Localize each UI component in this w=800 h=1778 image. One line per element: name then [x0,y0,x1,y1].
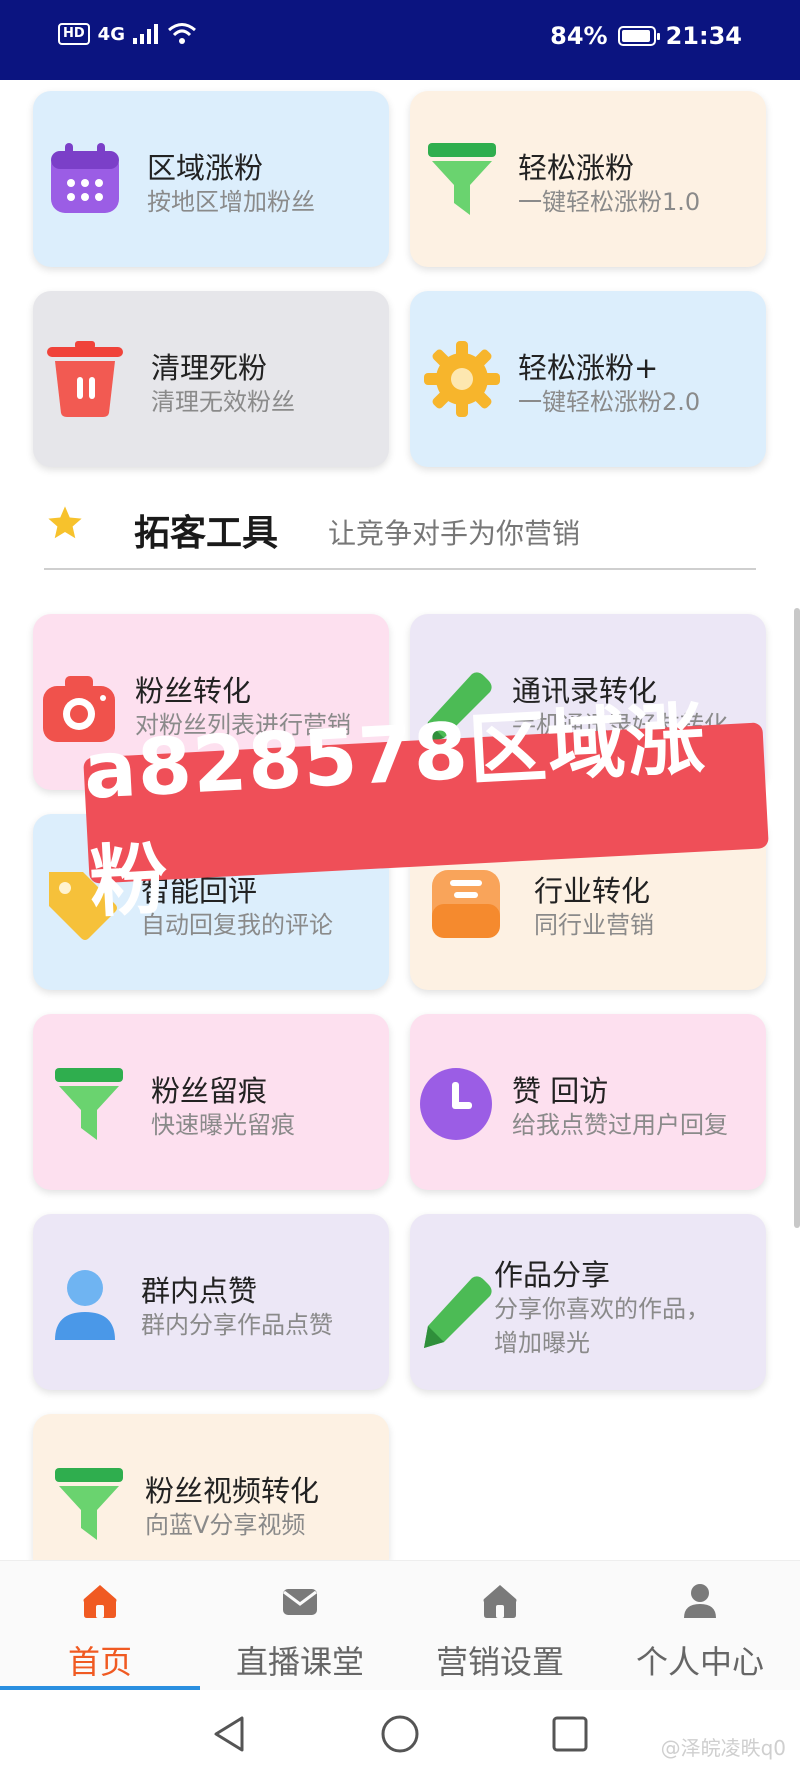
section-title: 拓客工具 [134,513,279,554]
card-work-share[interactable]: 作品分享 分享你喜欢的作品， 增加曝光 [410,1214,766,1390]
tab-label: 个人中心 [635,1643,764,1681]
user-icon [55,1270,115,1340]
card-desc: 同行业营销 [534,911,654,939]
tab-personal-center[interactable]: 个人中心 [600,1561,800,1691]
tab-label: 营销设置 [435,1643,564,1681]
card-desc: 清理无效粉丝 [151,388,295,416]
home-circle-icon[interactable] [378,1712,422,1756]
watermark-banner: a828578区域涨粉 [82,694,769,929]
network-type: 4G [97,23,125,45]
credit-watermark: @泽皖凌昳q0 [660,1736,786,1760]
card-desc-line1: 分享你喜欢的作品， [494,1295,710,1323]
tab-live-class[interactable]: 直播课堂 [200,1561,400,1691]
home-icon [83,1585,117,1618]
mail-icon [283,1589,317,1615]
card-title: 群内点赞 [141,1274,258,1308]
card-fans-video-conversion[interactable]: 粉丝视频转化 向蓝V分享视频 [33,1414,389,1560]
gear-icon [424,341,500,417]
card-title: 轻松涨粉 [518,151,635,185]
card-desc: 群内分享作品点赞 [141,1311,333,1339]
status-left: HD 4G [58,22,197,46]
card-desc-line2: 增加曝光 [494,1329,590,1357]
tab-home[interactable]: 首页 [0,1561,200,1691]
wifi-icon [168,23,196,44]
card-title: 作品分享 [494,1258,611,1292]
clock-icon [420,1068,492,1140]
card-title: 赞 回访 [512,1074,609,1108]
pencil-icon [424,1276,492,1348]
card-title: 区域涨粉 [147,151,264,185]
funnel-icon [55,1068,123,1140]
funnel-icon [428,143,496,215]
hd-badge: HD [58,23,90,45]
tab-label: 直播课堂 [235,1643,364,1681]
card-desc: 快速曝光留痕 [151,1111,295,1139]
tab-label: 首页 [67,1643,132,1681]
battery-percent: 84% [550,22,608,50]
recents-icon[interactable] [548,1712,592,1756]
home-icon [483,1585,517,1618]
battery-icon [617,26,660,46]
status-bar: HD 4G 84% 21:34 [0,0,800,80]
card-easy-fans-plus[interactable]: 轻松涨粉+ 一键轻松涨粉2.0 [410,291,766,467]
card-fans-trace[interactable]: 粉丝留痕 快速曝光留痕 [33,1014,389,1190]
status-right: 84% 21:34 [550,22,742,50]
card-region-fans[interactable]: 区域涨粉 按地区增加粉丝 [33,91,389,267]
card-clean-dead-fans[interactable]: 清理死粉 清理无效粉丝 [33,291,389,467]
card-title: 粉丝留痕 [151,1074,268,1108]
trash-icon [47,341,123,417]
funnel-icon [55,1468,123,1540]
star-icon [48,506,82,539]
signal-icon [132,24,158,44]
calendar-icon [51,143,119,213]
card-group-like[interactable]: 群内点赞 群内分享作品点赞 [33,1214,389,1390]
system-nav-bar: @泽皖凌昳q0 [0,1690,800,1778]
card-desc: 向蓝V分享视频 [145,1511,306,1539]
card-desc: 一键轻松涨粉2.0 [518,388,701,416]
card-title: 粉丝视频转化 [145,1474,320,1508]
back-icon[interactable] [208,1712,252,1756]
section-header: 拓客工具 让竞争对手为你营销 [44,500,756,570]
card-title: 轻松涨粉+ [518,351,659,385]
card-desc: 一键轻松涨粉1.0 [518,188,701,216]
card-title: 清理死粉 [151,351,268,385]
card-desc: 按地区增加粉丝 [147,188,315,216]
section-subtitle: 让竞争对手为你营销 [328,517,581,550]
tab-marketing-settings[interactable]: 营销设置 [400,1561,600,1691]
scrollbar[interactable] [794,608,800,1228]
card-easy-fans[interactable]: 轻松涨粉 一键轻松涨粉1.0 [410,91,766,267]
bottom-nav: 首页 直播课堂 营销设置 个人中心 [0,1560,800,1691]
card-like-revisit[interactable]: 赞 回访 给我点赞过用户回复 [410,1014,766,1190]
person-icon [684,1584,716,1618]
card-desc: 给我点赞过用户回复 [512,1111,728,1139]
clock-time: 21:34 [665,22,742,50]
